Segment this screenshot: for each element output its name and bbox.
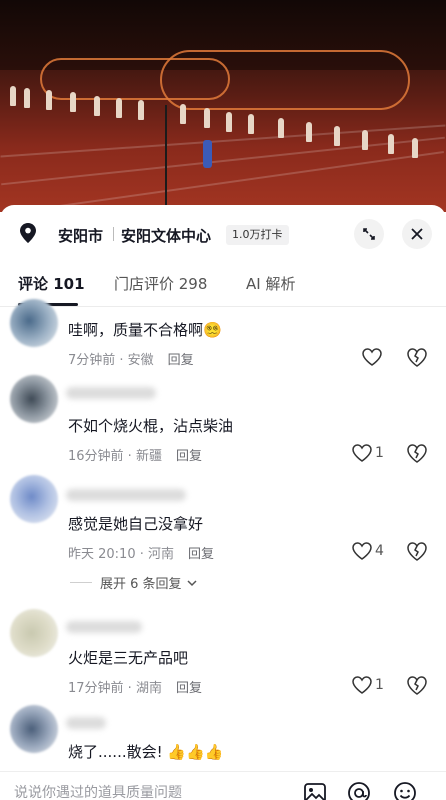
dizzy-emoji: 😵‍💫: [203, 321, 222, 339]
close-button[interactable]: [402, 219, 432, 249]
comment-text: 火炬是三无产品吧: [68, 649, 189, 667]
thumbs-up-emoji: 👍👍👍: [167, 743, 224, 761]
venue-name[interactable]: 安阳文体中心: [121, 225, 211, 246]
comment-meta: 17分钟前 · 湖南 回复: [68, 681, 202, 696]
image-icon[interactable]: [302, 780, 328, 800]
minimize-button[interactable]: [354, 219, 384, 249]
torchbearer: [203, 140, 212, 168]
checkin-badge: 1.0万打卡: [226, 225, 289, 245]
divider: [113, 227, 114, 241]
tab-store-reviews[interactable]: 门店评价 298: [114, 273, 207, 294]
location-pin-icon: [20, 223, 36, 243]
minimize-icon: [363, 228, 375, 240]
like-count: 4: [375, 543, 384, 559]
reply-button[interactable]: 回复: [188, 547, 214, 562]
performer: [70, 92, 76, 112]
like-count: 1: [375, 445, 384, 461]
performer: [226, 112, 232, 132]
like-button[interactable]: [362, 347, 382, 367]
broken-heart-icon[interactable]: [406, 541, 428, 561]
like-button[interactable]: 1: [352, 675, 384, 695]
performer: [278, 118, 284, 138]
reply-button[interactable]: 回复: [176, 449, 202, 464]
like-button[interactable]: 4: [352, 541, 384, 561]
performer: [334, 126, 340, 146]
chevron-down-icon: [187, 579, 197, 586]
performer: [46, 90, 52, 110]
tab-bar: 评论 101 门店评价 298 AI 解析: [0, 267, 446, 307]
username-blurred: [66, 387, 156, 399]
comment-meta: 16分钟前 · 新疆 回复: [68, 449, 202, 464]
comment-text: 烧了......散会! 👍👍👍: [68, 743, 224, 761]
avatar[interactable]: [10, 609, 58, 657]
avatar[interactable]: [10, 375, 58, 423]
performer: [204, 108, 210, 128]
broken-heart-icon[interactable]: [406, 675, 428, 695]
performer: [116, 98, 122, 118]
pole: [165, 105, 167, 205]
comment-text: 不如个烧火棍，沾点柴油: [68, 417, 234, 435]
username-blurred: [66, 717, 106, 729]
expand-replies-label: 展开 6 条回复: [100, 577, 182, 592]
comment-text: 感觉是她自己没拿好: [68, 515, 204, 533]
stage-light-loop: [160, 50, 410, 110]
comment-meta: 昨天 20:10 · 河南 回复: [68, 547, 215, 562]
comment-text: 哇啊，质量不合格啊😵‍💫: [68, 321, 222, 339]
heart-icon: [352, 542, 372, 560]
username-blurred: [66, 621, 142, 633]
avatar[interactable]: [10, 299, 58, 347]
tab-comments[interactable]: 评论 101: [18, 273, 85, 294]
comment-meta: 7分钟前 · 安徽 回复: [68, 353, 194, 368]
at-icon[interactable]: [346, 780, 372, 800]
reply-button[interactable]: 回复: [168, 353, 194, 368]
performer: [388, 134, 394, 154]
city-name[interactable]: 安阳市: [58, 225, 103, 246]
performer: [362, 130, 368, 150]
broken-heart-icon[interactable]: [406, 347, 428, 367]
reply-button[interactable]: 回复: [176, 681, 202, 696]
like-button[interactable]: 1: [352, 443, 384, 463]
heart-icon: [352, 444, 372, 462]
performer: [412, 138, 418, 158]
performer: [10, 86, 16, 106]
username-blurred: [66, 489, 186, 501]
performer: [306, 122, 312, 142]
avatar[interactable]: [10, 475, 58, 523]
heart-icon: [362, 348, 382, 366]
heart-icon: [352, 676, 372, 694]
close-icon: [411, 228, 423, 240]
performer: [180, 104, 186, 124]
expand-replies-button[interactable]: 展开 6 条回复: [70, 573, 198, 592]
performer: [24, 88, 30, 108]
expand-divider: [70, 582, 92, 583]
performer: [94, 96, 100, 116]
emoji-icon[interactable]: [392, 780, 418, 800]
location-header: 安阳市 安阳文体中心 1.0万打卡: [0, 205, 446, 260]
like-count: 1: [375, 677, 384, 693]
comment-sheet: 安阳市 安阳文体中心 1.0万打卡 评论 101 门店评价 298 AI 解析 …: [0, 205, 446, 800]
performer: [138, 100, 144, 120]
video-player[interactable]: [0, 0, 446, 212]
performer: [248, 114, 254, 134]
broken-heart-icon[interactable]: [406, 443, 428, 463]
comment-input-bar: [0, 771, 446, 800]
track-line: [0, 124, 446, 158]
comment-input[interactable]: [14, 778, 294, 800]
tab-ai-analysis[interactable]: AI 解析: [246, 273, 295, 294]
avatar[interactable]: [10, 705, 58, 753]
